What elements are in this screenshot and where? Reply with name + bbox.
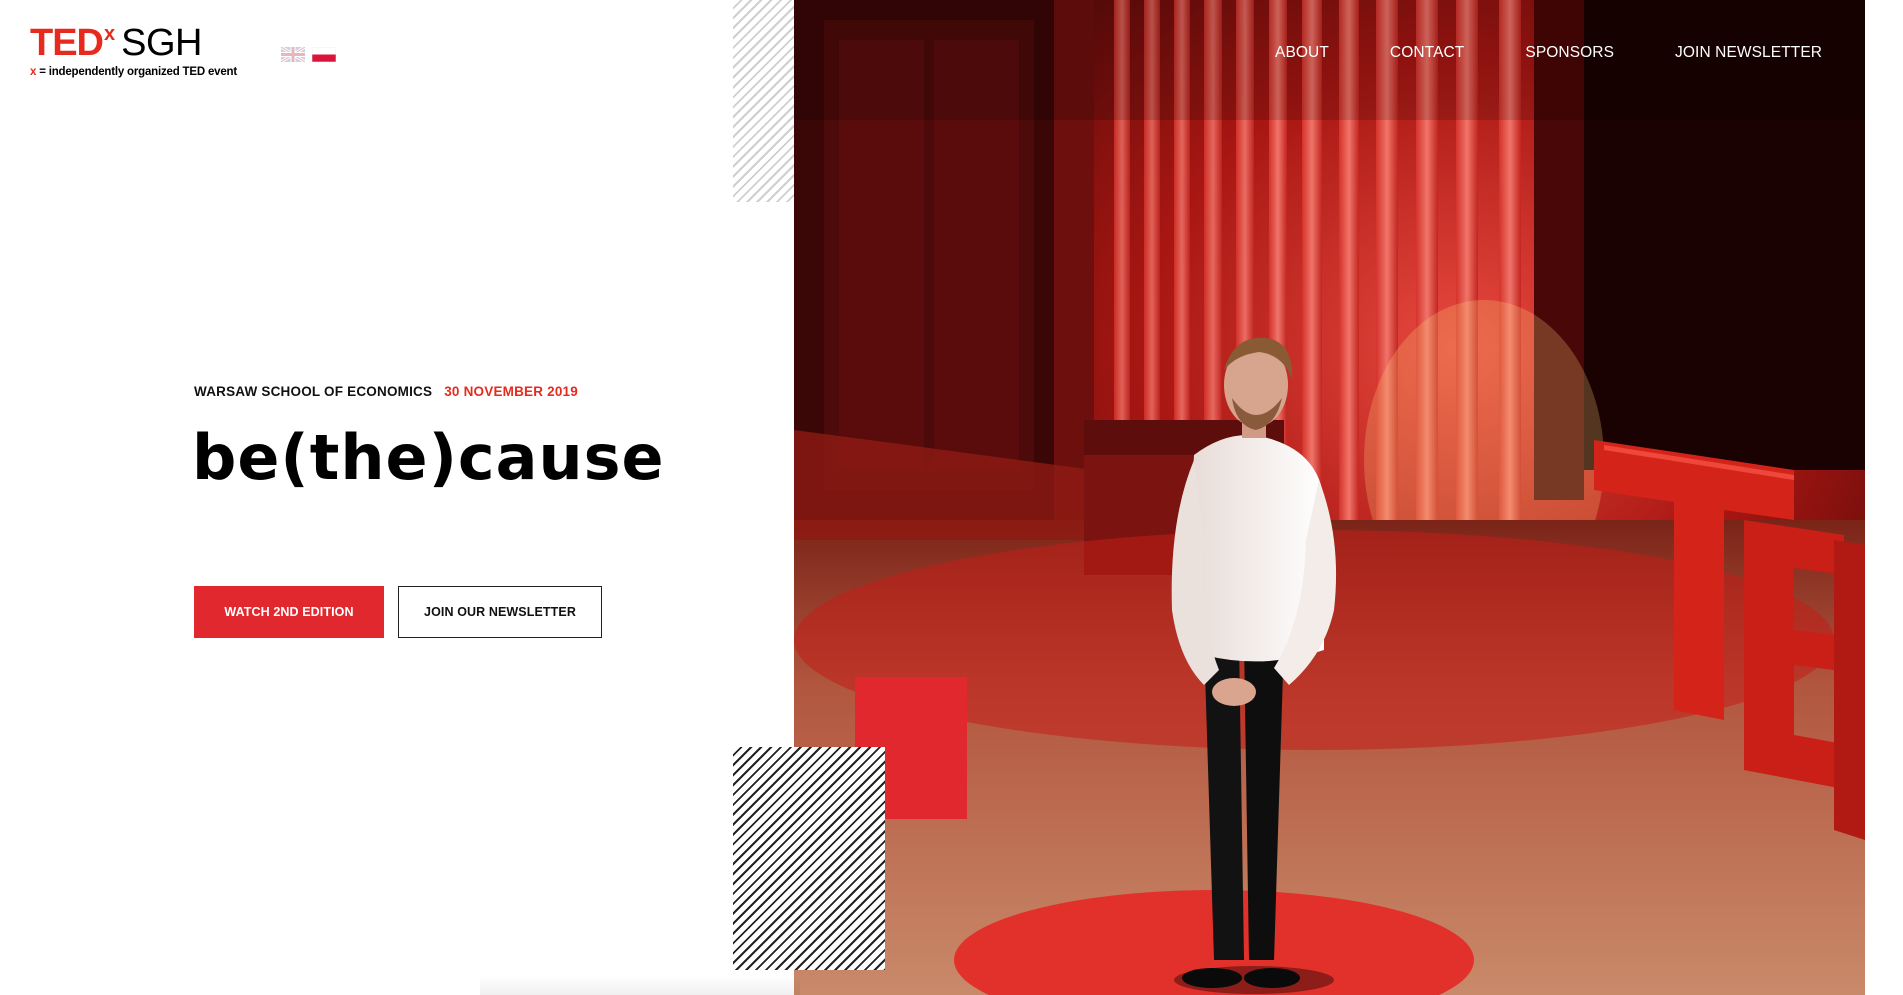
event-date: 30 NOVEMBER 2019 xyxy=(444,384,578,399)
event-school: WARSAW SCHOOL OF ECONOMICS xyxy=(194,384,433,399)
logo-tagline: x = independently organized TED event xyxy=(30,66,270,78)
logo-x-text: x xyxy=(104,23,116,45)
decorative-stripes-bottom xyxy=(733,747,885,970)
logo-ted-text: TED xyxy=(30,22,104,64)
logo-mark: TED x SGH xyxy=(30,24,270,62)
page-title: be(the)cause xyxy=(192,421,665,494)
bottom-shadow xyxy=(480,975,800,995)
decorative-stripes-top xyxy=(733,0,795,202)
nav-about[interactable]: ABOUT xyxy=(1275,44,1329,62)
page: TED x SGH x = independently organized TE… xyxy=(0,0,1903,995)
logo-tagline-text: = independently organized TED event xyxy=(36,66,237,78)
nav-join-newsletter[interactable]: JOIN NEWSLETTER xyxy=(1675,44,1822,62)
watch-2nd-edition-button[interactable]: WATCH 2ND EDITION xyxy=(194,586,384,638)
language-switcher xyxy=(281,47,336,62)
stage-photo-illustration xyxy=(794,0,1865,995)
nav-contact[interactable]: CONTACT xyxy=(1390,44,1464,62)
logo-event-name: SGH xyxy=(121,22,202,64)
english-flag-icon[interactable] xyxy=(281,47,305,62)
hero-photo xyxy=(794,0,1865,995)
tedx-sgh-logo[interactable]: TED x SGH x = independently organized TE… xyxy=(30,24,270,84)
event-info: WARSAW SCHOOL OF ECONOMICS 30 NOVEMBER 20… xyxy=(194,384,578,399)
nav-sponsors[interactable]: SPONSORS xyxy=(1525,44,1614,62)
polish-flag-icon[interactable] xyxy=(312,47,336,62)
main-navigation: ABOUT CONTACT SPONSORS JOIN NEWSLETTER xyxy=(1275,44,1822,62)
join-newsletter-button[interactable]: JOIN OUR NEWSLETTER xyxy=(398,586,602,638)
